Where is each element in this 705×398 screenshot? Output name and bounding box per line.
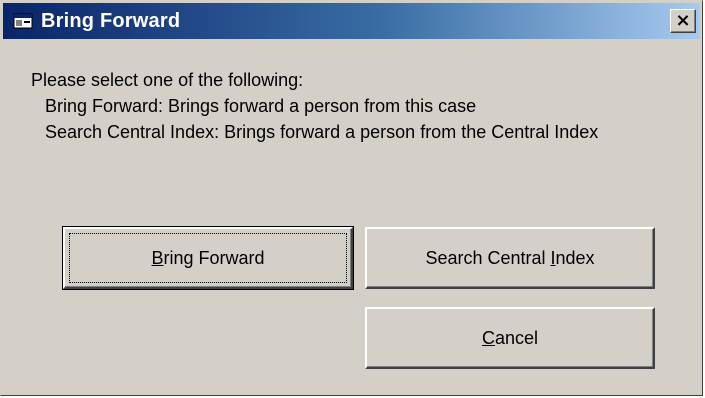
bring-forward-button[interactable]: Bring Forward xyxy=(62,226,354,290)
search-central-index-button[interactable]: Search Central Index xyxy=(365,227,655,289)
cancel-button[interactable]: Cancel xyxy=(365,307,655,369)
message-line-intro: Please select one of the following: xyxy=(31,70,304,90)
message-line-search-central: Search Central Index: Brings forward a p… xyxy=(45,122,599,142)
search-central-index-label: Search Central Index xyxy=(425,247,595,268)
bring-forward-label: Bring Forward xyxy=(151,247,265,268)
dialog-title: Bring Forward xyxy=(41,9,181,32)
close-icon: × xyxy=(675,10,691,31)
message-text: Please select one of the following: Brin… xyxy=(31,67,598,145)
dialog-window: Bring Forward × Please select one of the… xyxy=(0,0,703,396)
cancel-label: Cancel xyxy=(481,327,539,348)
close-button[interactable]: × xyxy=(670,9,696,33)
message-line-bring-forward: Bring Forward: Brings forward a person f… xyxy=(45,96,477,116)
title-bar[interactable]: Bring Forward × xyxy=(3,3,700,39)
app-icon xyxy=(13,11,33,31)
